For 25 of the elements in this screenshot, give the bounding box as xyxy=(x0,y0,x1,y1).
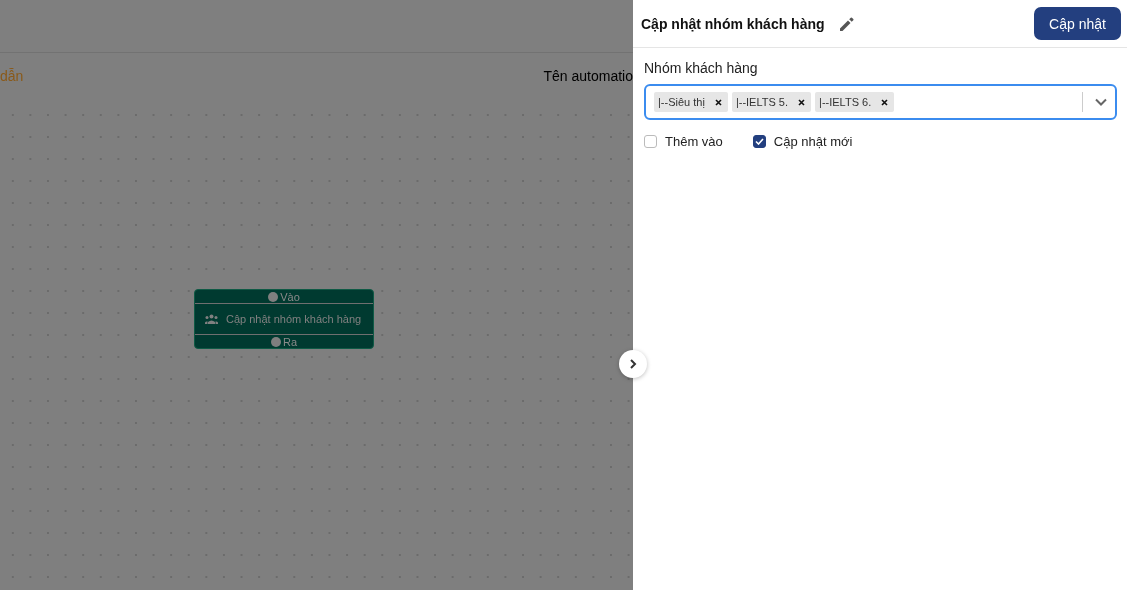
chevron-right-icon xyxy=(629,359,637,369)
port-dot-icon[interactable] xyxy=(268,291,279,302)
checkbox-label: Thêm vào xyxy=(665,134,723,149)
port-dot-icon[interactable] xyxy=(270,336,281,347)
checkbox[interactable] xyxy=(752,135,766,148)
field-label: Nhóm khách hàng xyxy=(644,60,759,76)
node-title: Cập nhật nhóm khách hàng xyxy=(226,313,362,325)
panel-title: Cập nhật nhóm khách hàng xyxy=(641,15,825,32)
tag-label: |--IELTS 5. xyxy=(735,96,789,108)
checkbox-label: Cập nhật mới xyxy=(773,134,853,149)
save-button[interactable]: Cập nhật xyxy=(1034,7,1121,40)
pencil-icon[interactable] xyxy=(838,15,855,32)
remove-icon[interactable] xyxy=(881,98,889,106)
people-icon xyxy=(205,314,218,324)
port-label: Ra xyxy=(282,335,298,348)
remove-icon[interactable] xyxy=(798,98,806,106)
port-label: Vào xyxy=(280,290,300,303)
remove-icon[interactable] xyxy=(714,98,722,106)
group-select-field[interactable]: |--Siêu thị |--IELTS 5. |--IELTS 6. xyxy=(644,84,1117,120)
chevron-down-icon[interactable] xyxy=(1095,98,1107,106)
checkbox[interactable] xyxy=(644,135,657,148)
tag-label: |--Siêu thị xyxy=(658,96,705,108)
tag-label: |--IELTS 6. xyxy=(819,96,872,108)
flow-node[interactable]: Vào Cập nhật nhóm khách hàng Ra xyxy=(194,289,374,349)
name-label: Tên automatio xyxy=(543,68,633,84)
